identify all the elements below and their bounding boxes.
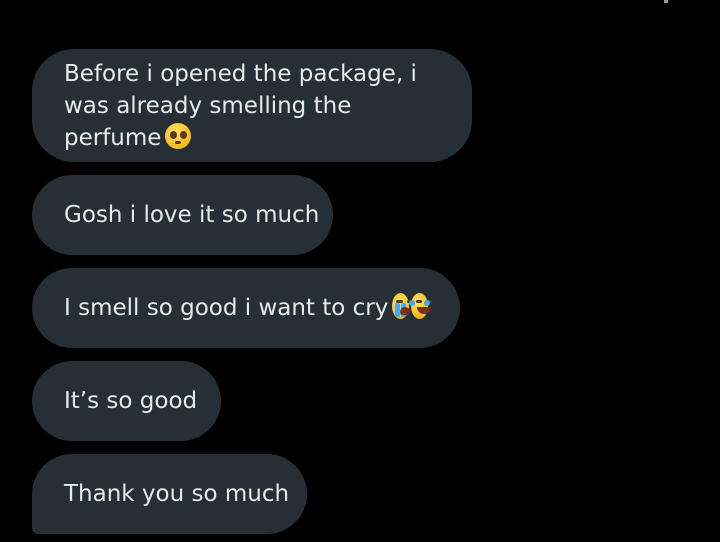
message-thread: Before i opened the package, i was alrea… [0,0,720,542]
message-bubble[interactable]: Before i opened the package, i was alrea… [32,49,472,162]
message-text: Thank you so much [64,481,290,507]
pleading-face-emoji-icon [165,123,192,149]
message-bubble[interactable]: Thank you so much [32,454,307,534]
loudly-crying-face-emoji-icon [392,293,411,319]
message-text: It’s so good [64,388,198,414]
message-bubble[interactable]: It’s so good [32,361,221,441]
message-text: Before i opened the package, i was alrea… [64,60,417,151]
face-with-tears-of-joy-emoji-icon [409,293,431,319]
top-edge-mark [664,0,668,3]
message-bubble[interactable]: Gosh i love it so much [32,175,333,255]
message-text: I smell so good i want to cry [64,295,389,321]
message-text: Gosh i love it so much [64,202,320,228]
message-text-container: Before i opened the package, i was alrea… [64,58,440,154]
message-bubble[interactable]: I smell so good i want to cry [32,268,460,348]
